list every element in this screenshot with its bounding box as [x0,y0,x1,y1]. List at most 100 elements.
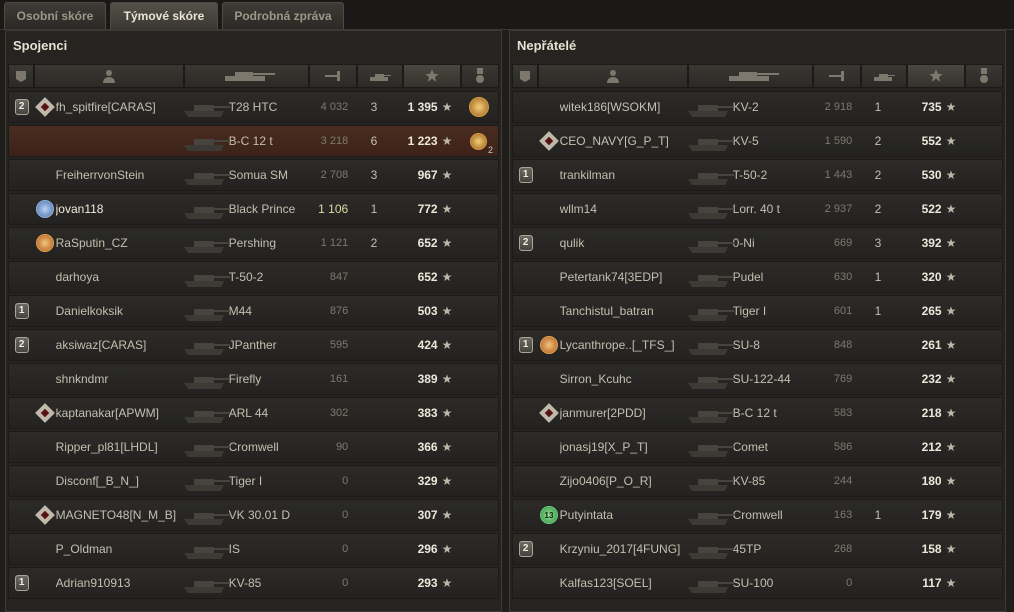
damage-value: 90 [335,441,349,453]
player-row[interactable]: darhoya T-50-2 847 652 ★ [8,261,499,293]
star-icon: ★ [441,338,453,352]
player-row[interactable]: jonasj19[X_P_T] Comet 586 212 ★ [512,431,1003,463]
tank-name: IS [228,542,240,556]
star-icon: ★ [945,474,957,488]
tab-personal-score[interactable]: Osobní skóre [4,2,106,29]
tank-name: JPanther [228,338,277,352]
tank-image [180,126,231,156]
player-row[interactable]: Tanchistul_batran Tiger I 601 1 265 ★ [512,295,1003,327]
tank-name: Pershing [228,236,277,250]
tank-image [684,500,735,530]
tab-detailed-report[interactable]: Podrobná zpráva [222,2,344,29]
player-row[interactable]: 13 Putyintata Cromwell 163 1 179 ★ [512,499,1003,531]
kills-value: 2 [370,236,378,250]
xp-value: 261 [921,338,942,352]
tab-team-score[interactable]: Týmové skóre [110,2,218,29]
allies-col-player[interactable] [34,64,184,88]
enemies-col-kills[interactable] [861,64,907,88]
allies-col-damage[interactable] [309,64,357,88]
damage-value: 595 [329,339,349,351]
damage-value: 163 [833,509,853,521]
player-row[interactable]: 1 Adrian910913 KV-85 0 293 ★ [8,567,499,599]
player-row[interactable]: Zijo0406[P_O_R] KV-85 244 180 ★ [512,465,1003,497]
player-row[interactable]: Petertank74[3EDP] Pudel 630 1 320 ★ [512,261,1003,293]
damage-value: 268 [833,543,853,555]
player-row[interactable]: 2 Krzyniu_2017[4FUNG] 45TP 268 158 ★ [512,533,1003,565]
player-icon [102,69,116,83]
player-row[interactable]: CEO_NAVY[G_P_T] KV-5 1 590 2 552 ★ [512,125,1003,157]
star-icon: ★ [945,406,957,420]
xp-value: 389 [417,372,438,386]
tab-bar: Osobní skóre Týmové skóre Podrobná zpráv… [0,0,1014,30]
player-row[interactable]: Ripper_pl81[LHDL] Cromwell 90 366 ★ [8,431,499,463]
star-icon: ★ [441,100,453,114]
star-icon: ★ [441,134,453,148]
clan-emblem-icon [35,403,55,423]
tank-name: Lorr. 40 t [732,202,781,216]
tank-image [180,466,231,496]
player-name: shnkndmr [55,372,109,386]
damage-icon [828,69,846,83]
player-name: Petertank74[3EDP] [559,270,663,284]
player-row[interactable]: FreiherrvonStein Somua SM 2 708 3 967 ★ [8,159,499,191]
tank-image [180,568,231,598]
tank-image [684,466,735,496]
player-row[interactable]: 1 trankilman T-50-2 1 443 2 530 ★ [512,159,1003,191]
tank-name: 45TP [732,542,762,556]
allies-col-kills[interactable] [357,64,403,88]
platoon-cell: 1 [9,575,34,591]
player-row[interactable]: Sirron_Kcuhc SU-122-44 769 232 ★ [512,363,1003,395]
kills-icon [872,69,896,83]
player-row[interactable]: wllm14 Lorr. 40 t 2 937 2 522 ★ [512,193,1003,225]
player-name: Kalfas123[SOEL] [559,576,652,590]
tank-image [684,330,735,360]
player-row[interactable]: jovan118 Black Prince 1 106 1 772 ★ [8,193,499,225]
badge-cell [34,403,55,423]
player-row[interactable]: Disconf[_B_N_] Tiger I 0 329 ★ [8,465,499,497]
player-row[interactable]: 2 fh_spitfire[CARAS] T28 HTC 4 032 3 1 395 ★ [8,91,499,123]
enemies-col-tank[interactable] [688,64,813,88]
player-row[interactable]: P_Oldman IS 0 296 ★ [8,533,499,565]
allies-col-medal[interactable] [461,64,499,88]
player-row[interactable]: Kalfas123[SOEL] SU-100 0 117 ★ [512,567,1003,599]
allies-col-tank[interactable] [184,64,309,88]
allies-col-platoon[interactable] [8,64,34,88]
kills-value: 3 [370,100,378,114]
xp-value: 366 [417,440,438,454]
platoon-cell: 2 [9,99,34,115]
player-row[interactable]: 1 Lycanthrope..[_TFS_] SU-8 848 261 ★ [512,329,1003,361]
player-row[interactable]: 2 aksiwaz[CARAS] JPanther 595 424 ★ [8,329,499,361]
kills-icon [368,69,392,83]
platoon-cell: 2 [9,337,34,353]
medal-icon[interactable]: 2 [470,132,493,155]
enemies-col-medal[interactable] [965,64,1003,88]
tank-image [684,534,735,564]
player-row[interactable]: shnkndmr Firefly 161 389 ★ [8,363,499,395]
tank-name: T-50-2 [228,270,264,284]
player-name: Ripper_pl81[LHDL] [55,440,158,454]
medal-icon [978,68,990,84]
medal-icon[interactable] [468,97,489,117]
xp-value: 530 [921,168,942,182]
player-row[interactable]: janmurer[2PDD] B-C 12 t 583 218 ★ [512,397,1003,429]
enemies-col-damage[interactable] [813,64,861,88]
enemies-col-player[interactable] [538,64,688,88]
player-row[interactable]: 1 Danielkoksik M44 876 503 ★ [8,295,499,327]
enemies-col-xp[interactable] [907,64,965,88]
allies-title: Spojenci [13,38,68,53]
allies-header [8,64,499,88]
player-row[interactable]: MAGNETO48[N_M_B] VK 30.01 D 0 307 ★ [8,499,499,531]
player-row[interactable]: kaptanakar[APWM] ARL 44 302 383 ★ [8,397,499,429]
enemies-list: witek186[WSOKM] KV-2 2 918 1 735 ★ CEO_NAVY[G_… [512,91,1003,601]
player-row[interactable]: witek186[WSOKM] KV-2 2 918 1 735 ★ [512,91,1003,123]
enemies-panel: Nepřátelé witek186[WSOKM] KV-2 2 918 1 735 ★ C… [509,30,1006,612]
tank-name: KV-85 [228,576,262,590]
player-row[interactable]: 2 qulik 0-Ni 669 3 392 ★ [512,227,1003,259]
enemies-col-platoon[interactable] [512,64,538,88]
player-row[interactable]: B-C 12 t 3 218 6 1 223 ★ 2 [8,125,499,157]
allies-col-xp[interactable] [403,64,461,88]
tank-name: Tiger I [732,304,767,318]
tank-image [180,92,231,122]
platoon-badge: 1 [518,167,533,183]
player-row[interactable]: RaSputin_CZ Pershing 1 121 2 652 ★ [8,227,499,259]
